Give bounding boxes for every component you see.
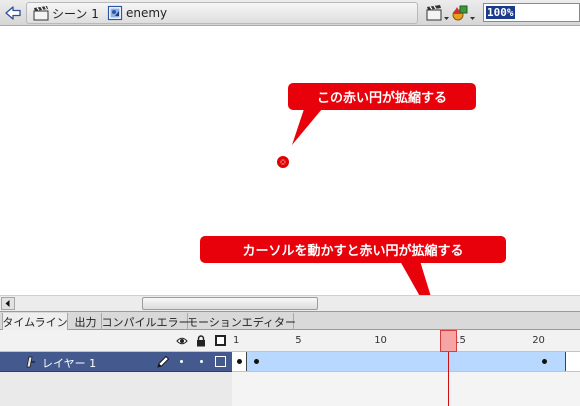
edit-bar: シーン 1 enemy 100% [0, 0, 580, 26]
outline-square-icon[interactable] [215, 335, 226, 346]
edit-tools [420, 2, 480, 24]
edit-symbol-button[interactable] [451, 3, 477, 23]
timeline-header: 1 5 10 15 20 [0, 330, 580, 352]
tab-timeline[interactable]: タイムライン [2, 313, 68, 330]
tab-motion-editor[interactable]: モーションエディター [187, 313, 296, 330]
tab-output[interactable]: 出力 [70, 313, 102, 330]
scene-clapper-icon [33, 6, 49, 21]
edit-scene-icon [426, 5, 449, 21]
edit-scene-button[interactable] [424, 3, 450, 23]
back-button[interactable] [3, 3, 23, 23]
breadcrumb-symbol-label: enemy [126, 6, 168, 20]
ruler-label-10: 10 [374, 335, 387, 346]
tween-span[interactable] [247, 352, 566, 371]
breadcrumb-scene[interactable]: シーン 1 [33, 5, 99, 21]
playhead[interactable] [440, 330, 457, 352]
scroll-left-button[interactable] [1, 297, 15, 310]
timeline-panel: 1 5 10 15 20 レイヤー 1 [0, 330, 580, 406]
ruler-label-20: 20 [532, 335, 545, 346]
scroll-thumb[interactable] [142, 297, 318, 310]
ruler-label-5: 5 [295, 335, 302, 346]
tab-compiler-errors[interactable]: コンパイルエラー [102, 313, 190, 330]
layer-frames[interactable] [232, 352, 580, 372]
lock-icon[interactable] [196, 335, 206, 347]
layer-icon [26, 356, 35, 368]
ruler-label-1: 1 [233, 335, 240, 346]
layer-list-empty [0, 372, 232, 406]
layer-lock-dot[interactable] [200, 360, 203, 363]
zoom-value: 100% [486, 6, 515, 19]
zoom-input[interactable]: 100% [483, 3, 580, 22]
breadcrumb-symbol[interactable]: enemy [107, 5, 167, 21]
red-circle-instance[interactable] [276, 155, 290, 169]
breadcrumb-scene-label: シーン 1 [52, 6, 99, 21]
layer-visible-dot[interactable] [180, 360, 183, 363]
keyframe-2[interactable] [254, 359, 259, 364]
callout-top-tail [292, 109, 322, 145]
stage[interactable]: この赤い円が拡縮する カーソルを動かすと赤い円が拡縮する [0, 27, 580, 339]
movieclip-symbol-icon [107, 5, 123, 21]
edit-symbol-icon [452, 5, 475, 21]
playhead-line [448, 352, 449, 406]
layer-outline-toggle[interactable] [215, 356, 226, 367]
breadcrumb: シーン 1 enemy [26, 2, 418, 24]
pencil-icon [157, 355, 170, 368]
eye-icon[interactable] [176, 335, 188, 347]
callout-top: この赤い円が拡縮する [288, 83, 476, 110]
keyframe-1[interactable] [237, 359, 242, 364]
horizontal-scrollbar[interactable] [0, 295, 580, 311]
callout-bottom: カーソルを動かすと赤い円が拡縮する [200, 236, 506, 263]
triangle-left-icon [5, 300, 10, 307]
frames-empty [232, 372, 580, 406]
panel-tabs: タイムライン 出力 コンパイルエラー モーションエディター [0, 311, 580, 330]
layer-name: レイヤー 1 [42, 357, 97, 370]
frame-ruler[interactable]: 1 5 10 15 20 [232, 330, 580, 352]
keyframe-20[interactable] [542, 359, 547, 364]
back-arrow-icon [5, 6, 21, 20]
layer-row[interactable]: レイヤー 1 [0, 352, 232, 372]
